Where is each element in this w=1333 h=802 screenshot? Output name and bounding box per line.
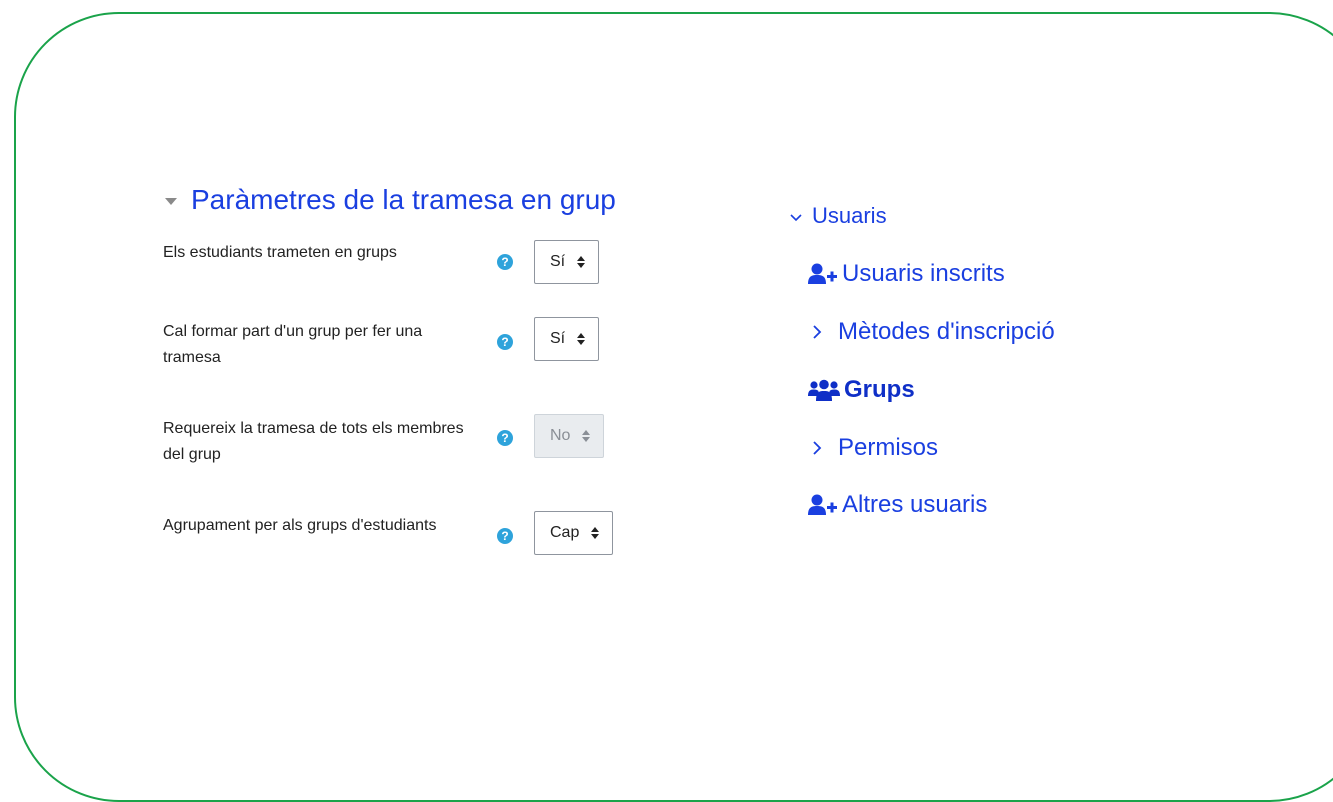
green-frame [14, 12, 1333, 802]
select-arrows-icon [577, 256, 586, 268]
nav-item-enrolled-users[interactable]: Usuaris inscrits [808, 256, 1005, 292]
help-icon[interactable]: ? [497, 334, 513, 350]
nav-item-label: Permisos [838, 434, 939, 461]
section-title: Paràmetres de la tramesa en grup [191, 184, 616, 215]
section-header[interactable]: Paràmetres de la tramesa en grup [165, 180, 616, 220]
nav-item-label: Mètodes d'inscripció [838, 318, 1055, 345]
select-value: Sí [550, 253, 566, 270]
chevron-down-icon [790, 198, 802, 234]
setting-label: Requereix la tramesa de tots els membres… [163, 420, 464, 463]
select-value: Cap [550, 524, 580, 541]
nav-item-enrol-methods[interactable]: Mètodes d'inscripció [812, 314, 1055, 350]
require-group-select[interactable]: Sí [534, 317, 600, 361]
setting-label: Els estudiants trameten en grups [163, 244, 397, 261]
select-arrows-icon [577, 333, 586, 345]
user-plus-icon [808, 263, 838, 285]
help-icon[interactable]: ? [497, 254, 513, 270]
select-arrows-icon [582, 430, 591, 442]
help-icon[interactable]: ? [497, 430, 513, 446]
require-all-members-select: No [534, 414, 605, 458]
nav-item-label: Altres usuaris [842, 491, 988, 518]
collapse-caret-icon[interactable] [165, 197, 177, 205]
grouping-select[interactable]: Cap [534, 511, 614, 555]
nav-item-permissions[interactable]: Permisos [812, 430, 938, 466]
chevron-right-icon [812, 314, 822, 350]
help-icon[interactable]: ? [497, 528, 513, 544]
chevron-right-icon [812, 430, 822, 466]
nav-users-label: Usuaris [812, 203, 887, 228]
setting-label: Agrupament per als grups d'estudiants [163, 517, 437, 534]
user-plus-icon [808, 494, 838, 516]
select-value: No [550, 427, 571, 444]
nav-item-label: Usuaris inscrits [842, 260, 1005, 287]
nav-users-root[interactable]: Usuaris [790, 198, 887, 234]
select-arrows-icon [591, 527, 600, 539]
nav-item-label: Grups [844, 376, 915, 403]
setting-label: Cal formar part d'un grup per fer una tr… [163, 323, 423, 366]
users-icon [808, 379, 840, 401]
nav-item-groups[interactable]: Grups [808, 372, 915, 408]
nav-item-other-users[interactable]: Altres usuaris [808, 487, 987, 523]
submit-in-groups-select[interactable]: Sí [534, 240, 600, 284]
select-value: Sí [550, 330, 566, 347]
